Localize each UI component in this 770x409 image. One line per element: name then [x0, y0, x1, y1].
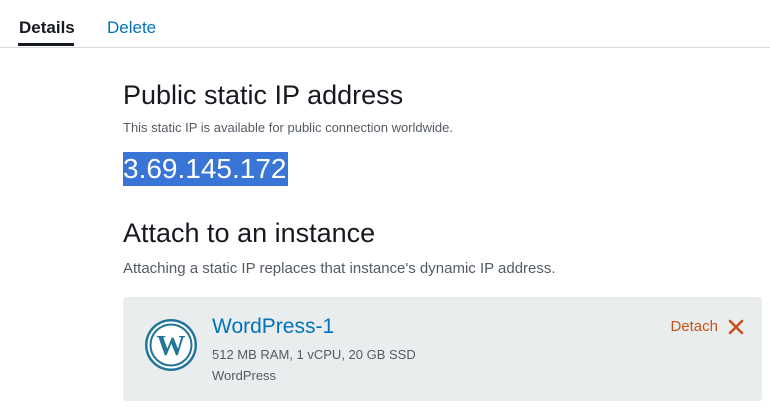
- detach-label: Detach: [670, 318, 718, 335]
- static-ip-heading: Public static IP address: [123, 80, 404, 110]
- attached-instance-card: W WordPress-1 512 MB RAM, 1 vCPU, 20 GB …: [123, 297, 762, 401]
- wordpress-icon: W: [145, 319, 197, 371]
- static-ip-description: This static IP is available for public c…: [123, 120, 453, 135]
- instance-name-link[interactable]: WordPress-1: [212, 314, 334, 340]
- tab-details[interactable]: Details: [19, 17, 75, 39]
- attach-instance-heading: Attach to an instance: [123, 218, 376, 248]
- static-ip-details-page: Details Delete Public static IP address …: [0, 0, 770, 409]
- attach-instance-description: Attaching a static IP replaces that inst…: [123, 260, 556, 277]
- static-ip-address[interactable]: 3.69.145.172: [123, 152, 288, 186]
- detach-button[interactable]: Detach: [670, 317, 744, 337]
- instance-blueprint: WordPress: [212, 368, 277, 383]
- close-icon: [728, 319, 744, 335]
- tab-bar: Details Delete: [0, 0, 770, 48]
- tab-delete[interactable]: Delete: [107, 17, 156, 39]
- active-tab-indicator: [18, 43, 74, 46]
- svg-text:W: W: [157, 330, 186, 362]
- instance-specs: 512 MB RAM, 1 vCPU, 20 GB SSD: [212, 347, 416, 362]
